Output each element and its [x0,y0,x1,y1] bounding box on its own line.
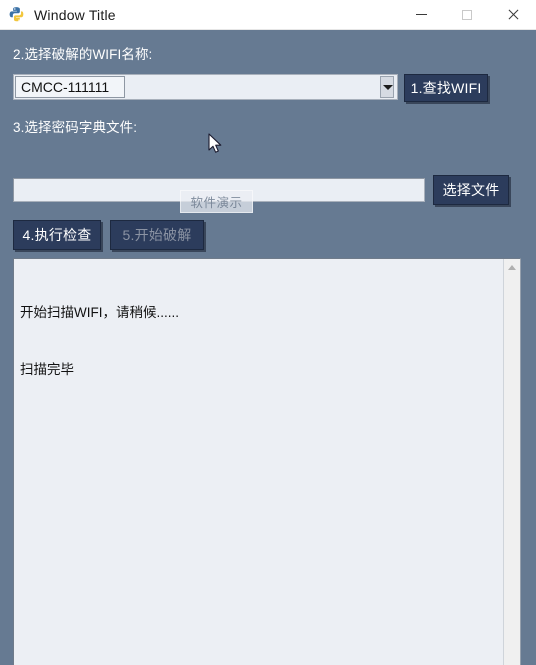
chevron-down-glyph [383,84,393,90]
log-line: 扫描完毕 [20,362,74,377]
chevron-up-glyph [508,264,516,270]
wifi-combobox[interactable]: CMCC-111111 [13,74,398,100]
application-window: Window Title 2.选择破解的WIFI名称: CMCC-111111 … [0,0,536,665]
maximize-icon [462,9,472,20]
chevron-down-icon[interactable] [380,75,396,99]
minimize-button[interactable] [398,0,444,30]
start-crack-button[interactable]: 5.开始破解 [110,220,204,250]
client-area: 2.选择破解的WIFI名称: CMCC-111111 1.查找WIFI 3.选择… [0,30,536,665]
window-controls [398,0,536,30]
choose-file-button[interactable]: 选择文件 [433,175,509,205]
maximize-button[interactable] [444,0,490,30]
execute-check-button[interactable]: 4.执行检查 [13,220,101,250]
wifi-combobox-value[interactable]: CMCC-111111 [15,76,125,98]
mouse-cursor [208,133,222,153]
close-icon [507,9,519,21]
log-scrollbar[interactable] [503,259,520,665]
dictionary-path-input[interactable] [13,178,425,202]
log-output-text: 开始扫描WIFI，请稍候...... 扫描完毕 [14,259,503,665]
log-line: 开始扫描WIFI，请稍候...... [20,305,179,320]
minimize-icon [415,14,427,15]
close-button[interactable] [490,0,536,30]
log-scrollbar-track[interactable] [504,275,520,663]
find-wifi-button[interactable]: 1.查找WIFI [404,74,488,102]
python-logo-icon [9,6,24,21]
dictionary-file-label: 3.选择密码字典文件: [13,120,138,135]
wifi-select-label: 2.选择破解的WIFI名称: [13,47,153,62]
scroll-up-arrow-icon[interactable] [504,259,520,275]
window-title: Window Title [34,6,116,23]
title-bar: Window Title [0,0,536,30]
log-output-panel[interactable]: 开始扫描WIFI，请稍候...... 扫描完毕 [13,258,521,665]
